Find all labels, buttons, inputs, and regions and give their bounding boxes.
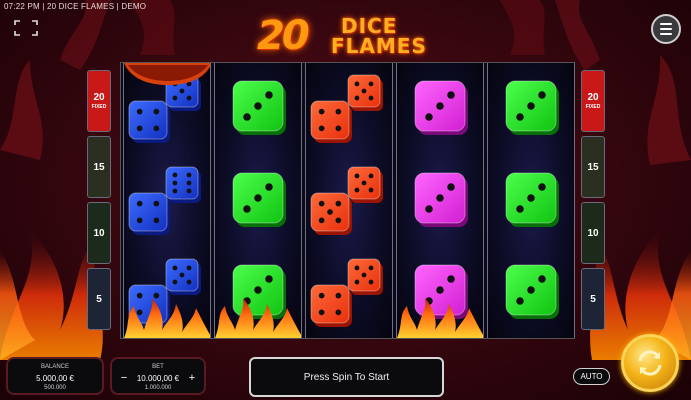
bet-increase-button[interactable]: + (185, 371, 199, 385)
payline-fixed-label: FIXED (585, 104, 601, 110)
die (165, 166, 201, 203)
symbol-green-dice (215, 247, 301, 337)
symbol-red-dice (306, 155, 392, 245)
payline-label: 15 (587, 161, 599, 173)
die (310, 192, 352, 235)
die (232, 172, 286, 227)
die (232, 264, 286, 319)
symbol-green-dice (488, 63, 574, 153)
reel-area (120, 62, 575, 339)
die (347, 166, 383, 203)
balance-credits: 500.000 (44, 385, 66, 391)
bet-panel: − BET 10.000,00 € 1.000.000 + (110, 357, 206, 395)
die (128, 192, 170, 235)
fullscreen-icon[interactable] (14, 20, 38, 36)
symbol-blue-dice (124, 155, 210, 245)
spin-arrows-icon (638, 350, 662, 376)
die (165, 258, 201, 295)
payline-right-15[interactable]: 15 (581, 136, 605, 198)
payline-right-10[interactable]: 10 (581, 202, 605, 264)
die (505, 172, 559, 227)
reel-3 (305, 63, 393, 338)
payline-fixed-label: FIXED (91, 104, 107, 110)
game-logo: 20 DICE FLAMES (255, 12, 440, 60)
payline-left-10[interactable]: 10 (87, 202, 111, 264)
reel-4 (396, 63, 484, 338)
bet-label: BET (152, 364, 164, 370)
symbol-magenta-dice (397, 63, 483, 153)
bet-credits: 1.000.000 (144, 385, 172, 391)
balance-panel: BALANCE 5.000,00 € 500.000 (6, 357, 104, 395)
symbol-red-dice (306, 247, 392, 337)
hamburger-menu-icon (660, 23, 672, 25)
die (232, 80, 286, 135)
logo-word-flames: FLAMES (331, 34, 427, 58)
payline-left-20[interactable]: 20 FIXED (87, 70, 111, 132)
logo-number: 20 (257, 13, 310, 59)
symbol-green-dice (215, 155, 301, 245)
balance-label: BALANCE (40, 364, 69, 370)
logo-word-dice: DICE (341, 14, 398, 38)
status-message: Press Spin To Start (249, 357, 444, 397)
die (347, 74, 383, 111)
die (310, 100, 352, 143)
die (414, 80, 468, 135)
spin-button[interactable] (621, 334, 679, 392)
reel-2 (214, 63, 302, 338)
payline-label: 10 (93, 227, 105, 239)
paylines-left: 20 FIXED 15 10 5 (87, 70, 111, 332)
die (347, 258, 383, 295)
die (128, 100, 170, 143)
symbol-green-dice (215, 63, 301, 153)
payline-label: 20 (587, 92, 599, 103)
status-bar: 07:22 PM | 20 DICE FLAMES | DEMO (4, 2, 147, 11)
payline-label: 20 (93, 92, 105, 103)
reel-5 (487, 63, 575, 338)
payline-label: 10 (587, 227, 599, 239)
reel-arc (124, 63, 210, 85)
payline-left-15[interactable]: 15 (87, 136, 111, 198)
payline-right-20[interactable]: 20 FIXED (581, 70, 605, 132)
payline-label: 15 (93, 161, 105, 173)
die (505, 264, 559, 319)
symbol-green-dice (488, 247, 574, 337)
payline-right-5[interactable]: 5 (581, 268, 605, 330)
die (310, 284, 352, 327)
die (414, 264, 468, 319)
balance-value: 5.000,00 € (36, 374, 74, 383)
die (505, 80, 559, 135)
payline-label: 5 (590, 293, 596, 305)
payline-left-5[interactable]: 5 (87, 268, 111, 330)
symbol-blue-dice (124, 247, 210, 337)
die (128, 284, 170, 327)
reel-1 (123, 63, 211, 338)
paylines-right: 20 FIXED 15 10 5 (581, 70, 605, 332)
menu-button[interactable] (651, 14, 681, 44)
autoplay-button[interactable]: AUTO (573, 368, 610, 385)
symbol-magenta-dice (397, 247, 483, 337)
symbol-green-dice (488, 155, 574, 245)
symbol-red-dice (306, 63, 392, 153)
symbol-magenta-dice (397, 155, 483, 245)
die (414, 172, 468, 227)
payline-label: 5 (96, 293, 102, 305)
